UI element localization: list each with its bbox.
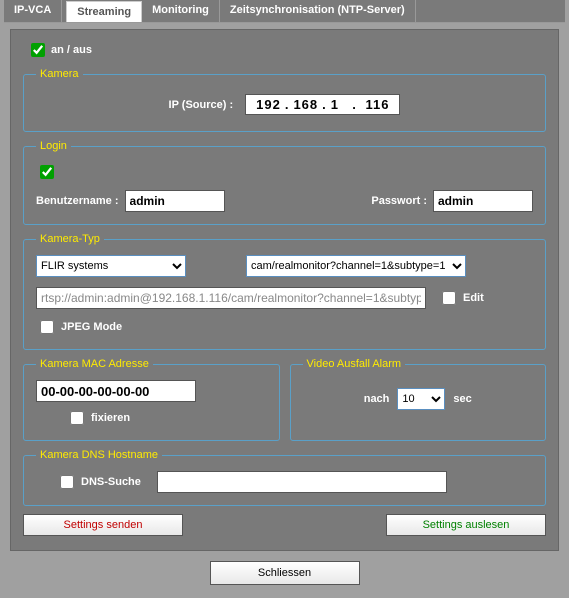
jpeg-mode-checkbox[interactable] [40,320,54,334]
close-button[interactable]: Schliessen [210,561,360,585]
username-field[interactable] [125,190,225,212]
tab-streaming[interactable]: Streaming [66,1,142,22]
vendor-select[interactable]: FLIR systems [36,255,186,277]
dns-legend: Kamera DNS Hostname [36,449,162,461]
dns-fieldset: Kamera DNS Hostname DNS-Suche [23,449,546,506]
video-ausfall-legend: Video Ausfall Alarm [303,358,406,370]
ip-octet-1[interactable]: 192 [254,97,283,112]
video-ausfall-fieldset: Video Ausfall Alarm nach 10 sec [290,358,547,441]
tab-monitoring[interactable]: Monitoring [142,0,220,22]
login-fieldset: Login Benutzername : Passwort : [23,140,546,225]
kamera-typ-legend: Kamera-Typ [36,233,104,245]
mac-legend: Kamera MAC Adresse [36,358,153,370]
kamera-fieldset: Kamera IP (Source) : 192. 168. 1 . 116 [23,68,546,132]
ip-octet-3[interactable]: 1 [329,97,341,112]
enable-label: an / aus [51,44,92,56]
password-label: Passwort : [371,195,427,207]
kamera-typ-fieldset: Kamera-Typ FLIR systems cam/realmonitor?… [23,233,546,350]
jpeg-mode-label: JPEG Mode [61,321,122,333]
enable-checkbox[interactable] [31,43,45,57]
mac-field[interactable] [36,380,196,402]
ip-octet-4[interactable]: 116 [363,97,391,112]
rtsp-url-field [36,287,426,309]
mac-fieldset: Kamera MAC Adresse fixieren [23,358,280,441]
edit-label: Edit [463,292,484,304]
ip-source-label: IP (Source) : [169,99,234,111]
dns-search-label: DNS-Suche [81,476,141,488]
sec-label: sec [453,393,471,405]
stream-select[interactable]: cam/realmonitor?channel=1&subtype=1 [246,255,466,277]
username-label: Benutzername : [36,195,119,207]
password-field[interactable] [433,190,533,212]
nach-label: nach [364,393,390,405]
settings-send-button[interactable]: Settings senden [23,514,183,536]
edit-checkbox[interactable] [442,291,456,305]
dns-hostname-field[interactable] [157,471,447,493]
settings-read-button[interactable]: Settings auslesen [386,514,546,536]
ip-octet-2[interactable]: 168 [291,97,320,112]
dns-search-checkbox[interactable] [60,475,74,489]
tab-ipvca[interactable]: IP-VCA [4,0,62,22]
tab-bar: IP-VCA Streaming Monitoring Zeitsynchron… [4,0,565,23]
video-delay-select[interactable]: 10 [397,388,445,410]
login-legend: Login [36,140,71,152]
fixieren-checkbox[interactable] [70,411,84,425]
kamera-legend: Kamera [36,68,83,80]
login-enable-checkbox[interactable] [40,165,54,179]
tab-ntp[interactable]: Zeitsynchronisation (NTP-Server) [220,0,416,22]
ip-source-input[interactable]: 192. 168. 1 . 116 [245,94,400,115]
fixieren-label: fixieren [91,412,130,424]
streaming-panel: an / aus Kamera IP (Source) : 192. 168. … [10,29,559,551]
